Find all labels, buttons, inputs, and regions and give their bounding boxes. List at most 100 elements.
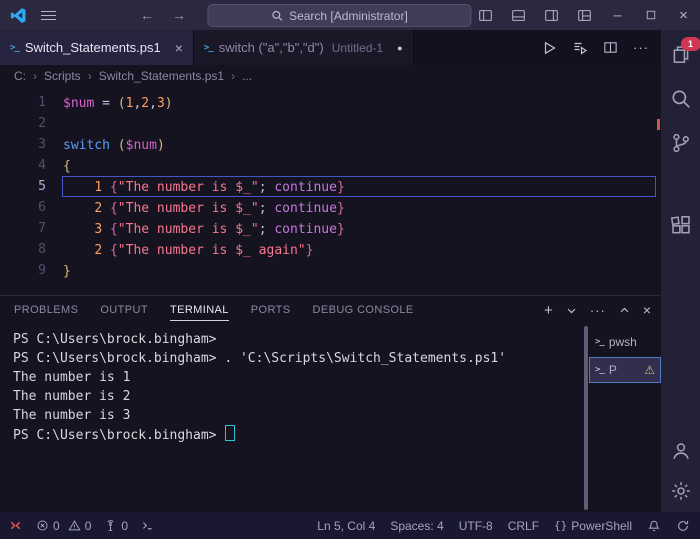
editor-tab[interactable]: >_ Switch_Statements.ps1 × [0, 30, 194, 65]
bell-icon[interactable] [647, 519, 661, 533]
run-below-icon[interactable] [572, 40, 588, 56]
code-line: 1 {"The number is $_"; continue} [62, 176, 656, 197]
error-icon [37, 520, 48, 531]
customize-layout-icon[interactable] [568, 0, 601, 30]
line-number: 8 [38, 242, 46, 257]
source-control-icon[interactable] [668, 130, 694, 156]
line-number: 2 [38, 116, 46, 131]
terminal-line: The number is 2 [13, 389, 131, 404]
panel-tab-ports[interactable]: PORTS [251, 299, 291, 321]
search-text: Search [Administrator] [289, 8, 408, 23]
editor-tab[interactable]: >_ switch ("a","b","d") Untitled-1 ● [193, 30, 414, 65]
panel-tab-debug-console[interactable]: DEBUG CONSOLE [313, 299, 414, 321]
forward-icon[interactable]: → [172, 7, 186, 23]
breadcrumb-item[interactable]: ... [242, 69, 252, 83]
close-tab-icon[interactable]: × [175, 40, 183, 56]
explorer-badge: 1 [680, 37, 700, 51]
maximize-icon[interactable] [634, 0, 667, 30]
panel-tab-terminal[interactable]: TERMINAL [169, 299, 229, 321]
editor-line[interactable]: 5 1 {"The number is $_"; continue} [0, 176, 661, 197]
warning-icon [68, 520, 81, 531]
editor-line[interactable]: 1 $num = (1,2,3) [0, 92, 661, 113]
editor-line[interactable]: 8 2 {"The number is $_ again"} [0, 239, 661, 260]
search-icon [271, 10, 283, 21]
tab-label: switch ("a","b","d") [218, 40, 324, 55]
toggle-primary-sidebar-icon[interactable] [469, 0, 502, 30]
terminal-content[interactable]: PS C:\Users\brock.bingham> PS C:\Users\b… [0, 324, 584, 512]
indentation[interactable]: Spaces: 4 [390, 519, 443, 533]
radio-tower-icon [107, 520, 114, 531]
remote-indicator-icon[interactable] [8, 518, 23, 533]
terminal-list-item[interactable]: >_ pwsh [589, 329, 661, 355]
toggle-secondary-sidebar-icon[interactable] [535, 0, 568, 30]
settings-gear-icon[interactable] [668, 478, 694, 504]
terminal-line: PS C:\Users\brock.bingham> [13, 332, 225, 347]
terminal-scrollbar[interactable] [584, 326, 588, 510]
maximize-panel-icon[interactable] [619, 305, 630, 316]
close-icon[interactable]: × [667, 0, 700, 30]
problems-indicator[interactable]: 0 0 [36, 519, 91, 533]
line-number: 9 [38, 263, 46, 278]
code-editor[interactable]: 1 $num = (1,2,3) 2 3 switch ($num) 4{5 1 {"Th… [0, 87, 661, 295]
command-center-search[interactable]: Search [Administrator] [207, 4, 472, 27]
tab-bar: >_ Switch_Statements.ps1 × >_ switch ("a","b… [0, 30, 661, 65]
breadcrumb-item[interactable]: C: [14, 69, 26, 83]
minimize-icon[interactable] [601, 0, 634, 30]
editor-line[interactable]: 4{ [0, 155, 661, 176]
title-bar: ← → Search [Administrator] × [0, 0, 700, 30]
editor-line[interactable]: 2 [0, 113, 661, 134]
language-label: PowerShell [571, 518, 632, 533]
line-number: 1 [38, 95, 46, 110]
line-number: 4 [38, 158, 46, 173]
encoding[interactable]: UTF-8 [459, 519, 493, 533]
account-icon[interactable] [668, 438, 694, 464]
terminal-label: pwsh [608, 335, 637, 349]
chevron-down-icon[interactable] [566, 305, 577, 316]
ports-indicator[interactable]: 0 [104, 519, 128, 533]
powershell-session-icon[interactable] [141, 519, 154, 532]
menu-icon[interactable] [41, 10, 56, 20]
sync-icon[interactable] [676, 519, 690, 533]
breadcrumb-item[interactable]: Switch_Statements.ps1 [99, 69, 224, 83]
powershell-file-icon: >_ [203, 42, 214, 53]
explorer-icon[interactable]: 1 [668, 37, 700, 68]
terminal-list-item[interactable]: >_ P ⚠ [589, 357, 661, 383]
terminal-list: >_ pwsh >_ P ⚠ [589, 324, 661, 512]
search-sidebar-icon[interactable] [668, 86, 694, 112]
ports-count: 0 [121, 518, 129, 533]
panel-more-actions-icon[interactable]: ··· [590, 303, 606, 318]
line-number: 6 [38, 200, 46, 215]
editor-line[interactable]: 7 3 {"The number is $_"; continue} [0, 218, 661, 239]
editor-line[interactable]: 9} [0, 260, 661, 281]
eol-sequence[interactable]: CRLF [508, 519, 539, 533]
powershell-file-icon: >_ [10, 42, 20, 53]
panel-tab-output[interactable]: OUTPUT [100, 299, 148, 321]
modified-dot-icon: ● [397, 42, 403, 53]
line-number: 7 [38, 221, 46, 236]
toggle-panel-icon[interactable] [502, 0, 535, 30]
terminal-icon: >_ [595, 337, 605, 347]
close-panel-icon[interactable]: × [643, 302, 651, 318]
editor-line[interactable]: 6 2 {"The number is $_"; continue} [0, 197, 661, 218]
error-count: 0 [53, 518, 60, 533]
tab-label: Switch_Statements.ps1 [24, 40, 161, 55]
back-icon[interactable]: ← [140, 7, 154, 23]
panel-tabs: PROBLEMS OUTPUT TERMINAL PORTS DEBUG CONSOLE [14, 299, 414, 321]
code-line: } [63, 264, 71, 279]
editor-tabs: >_ Switch_Statements.ps1 × >_ switch ("a","b… [0, 30, 414, 65]
braces-icon: {} [554, 519, 568, 532]
code-line: 3 {"The number is $_"; continue} [94, 222, 345, 237]
breadcrumb-item[interactable]: Scripts [44, 69, 81, 83]
run-button[interactable] [541, 40, 557, 56]
terminal-line: The number is 1 [13, 370, 131, 385]
chevron-right-icon: › [87, 69, 92, 83]
language-mode[interactable]: {} PowerShell [554, 519, 632, 533]
new-terminal-icon[interactable]: + [544, 302, 553, 319]
editor-group: >_ Switch_Statements.ps1 × >_ switch ("a","b… [0, 30, 661, 512]
panel-tab-problems[interactable]: PROBLEMS [14, 299, 78, 321]
editor-line[interactable]: 3 switch ($num) [0, 134, 661, 155]
cursor-position[interactable]: Ln 5, Col 4 [317, 519, 375, 533]
more-actions-icon[interactable]: ··· [633, 40, 649, 55]
extensions-icon[interactable] [668, 212, 694, 238]
split-editor-icon[interactable] [603, 40, 618, 55]
